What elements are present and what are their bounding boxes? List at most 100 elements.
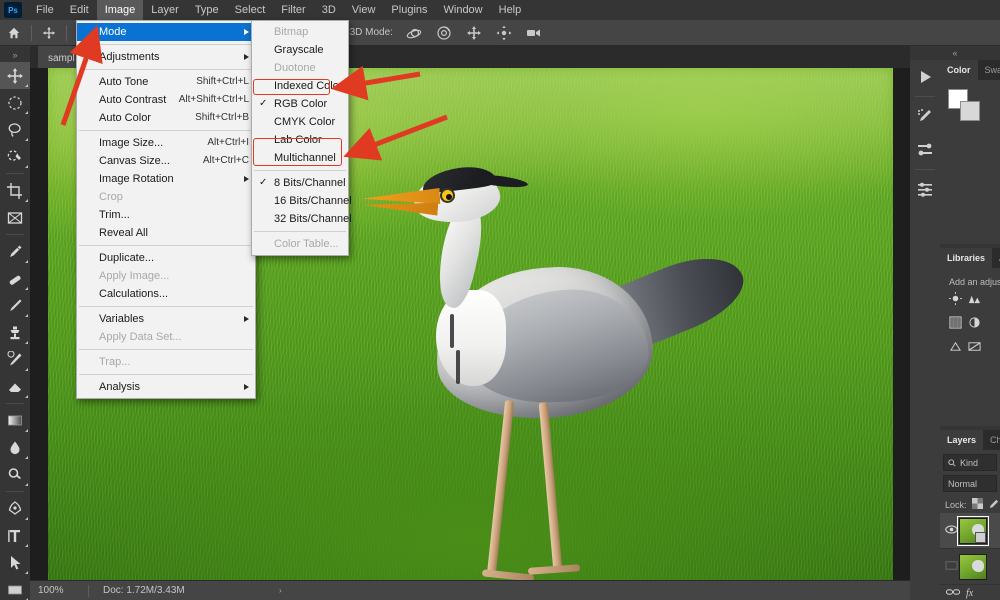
tab-color[interactable]: Color [940,60,978,80]
photo-filter-icon[interactable] [968,340,981,358]
menu-item-cmyk-color[interactable]: CMYK Color [252,113,348,131]
clone-stamp-tool[interactable] [0,319,30,346]
vibrance-icon[interactable] [949,340,962,358]
brush-tool[interactable] [0,292,30,319]
menu-select[interactable]: Select [227,0,274,20]
menu-file[interactable]: File [28,0,62,20]
tab-swat[interactable]: Swat [978,60,1000,80]
menu-help[interactable]: Help [491,0,530,20]
layer-thumbnail[interactable] [957,515,989,546]
menu-item-image-size[interactable]: Image Size... Alt+Ctrl+I [77,134,255,152]
menu-item-duplicate[interactable]: Duplicate... [77,249,255,267]
type-tool[interactable] [0,522,30,549]
menu-filter[interactable]: Filter [273,0,313,20]
crop-tool[interactable] [0,177,30,204]
menu-item-grayscale[interactable]: Grayscale [252,41,348,59]
link-layers-icon[interactable] [945,587,961,600]
adjustments-hint: Add an adjust [949,277,1000,287]
curves-icon[interactable] [949,316,962,334]
brush-settings-icon[interactable] [910,99,940,133]
image-menu-dropdown[interactable]: Mode Adjustments Auto Tone Shift+Ctrl+L Auto… [76,20,256,399]
brightness-contrast-icon[interactable] [949,292,962,310]
menu-item-32-bits-channel[interactable]: 32 Bits/Channel [252,210,352,228]
menu-plugins[interactable]: Plugins [383,0,435,20]
menu-edit[interactable]: Edit [62,0,97,20]
menu-item-reveal-all[interactable]: Reveal All [77,224,255,242]
lasso-tool[interactable] [0,116,30,143]
pan-3d-icon[interactable] [459,20,489,46]
menu-item-calculations[interactable]: Calculations... [77,285,255,303]
dodge-tool[interactable] [0,461,30,488]
eraser-tool[interactable] [0,373,30,400]
tool-flyout-indicator [25,429,28,432]
dock-collapse-icon[interactable]: « [910,46,1000,60]
menu-item-rgb-color[interactable]: ✓ RGB Color [252,95,348,113]
menu-item-16-bits-channel[interactable]: 16 Bits/Channel [252,192,352,210]
roll-3d-icon[interactable] [429,20,459,46]
color-background-swatch[interactable] [960,101,980,121]
menu-item-canvas-size[interactable]: Canvas Size... Alt+Ctrl+C [77,152,255,170]
layer-visibility-toggle[interactable] [943,560,959,573]
layer-row-2[interactable] [940,549,1000,585]
color-panel-swatches[interactable] [948,89,982,121]
layer-thumbnail[interactable] [959,553,987,580]
tab-libraries[interactable]: Libraries [940,248,993,268]
toolbar-collapse-icon[interactable]: » [0,48,30,62]
layer-visibility-toggle[interactable] [943,524,959,537]
layer-row-1[interactable] [940,513,1000,549]
path-selection-tool[interactable] [0,549,30,576]
menu-item-label: 16 Bits/Channel [274,195,352,207]
menu-item-variables[interactable]: Variables [77,310,255,328]
menu-item-auto-tone[interactable]: Auto Tone Shift+Ctrl+L [77,73,255,91]
menu-item-auto-color[interactable]: Auto Color Shift+Ctrl+B [77,109,255,127]
pen-tool[interactable] [0,495,30,522]
menu-item-adjustments[interactable]: Adjustments [77,48,255,66]
tab-layers[interactable]: Layers [940,430,984,450]
lock-transparent-pixels-icon[interactable] [971,498,983,511]
menu-item-image-rotation[interactable]: Image Rotation [77,170,255,188]
move-tool-icon[interactable] [35,20,63,46]
menu-window[interactable]: Window [436,0,491,20]
history-brush-tool[interactable] [0,346,30,373]
menu-image[interactable]: Image [96,0,144,20]
frame-tool[interactable] [0,204,30,231]
object-selection-tool[interactable] [0,143,30,170]
menu-item-mode[interactable]: Mode [77,23,255,41]
layer-style-fx-icon[interactable]: fx [966,588,973,599]
gradient-tool[interactable] [0,407,30,434]
status-expand-icon[interactable]: › [279,586,282,595]
eyedropper-tool[interactable] [0,238,30,265]
layer-filter-row[interactable]: Kind [943,454,997,471]
tab-cha[interactable]: Cha [983,430,1000,450]
menu-item-8-bits-channel[interactable]: ✓ 8 Bits/Channel [252,174,348,192]
tool-presets-icon[interactable] [910,133,940,167]
tab-a[interactable]: A [992,248,1000,268]
menu-item-auto-contrast[interactable]: Auto Contrast Alt+Shift+Ctrl+L [77,91,255,109]
layers-panel-footer: fx [940,587,1000,600]
home-icon[interactable] [0,20,28,46]
slide-3d-icon[interactable] [489,20,519,46]
heron-foot-right [527,564,580,575]
exposure-icon[interactable] [968,316,981,334]
menu-type[interactable]: Type [187,0,227,20]
rectangle-tool[interactable] [0,576,30,600]
menu-view[interactable]: View [344,0,384,20]
move-tool[interactable] [0,62,30,89]
menu-item-analysis[interactable]: Analysis [77,378,255,396]
zoom-level[interactable]: 100% [30,585,88,596]
orbit-3d-icon[interactable] [399,20,429,46]
marquee-tool[interactable] [0,89,30,116]
blur-tool[interactable] [0,434,30,461]
camera-3d-icon[interactable] [519,20,549,46]
lock-image-pixels-icon[interactable] [988,498,999,511]
menu-layer[interactable]: Layer [143,0,187,20]
blend-mode-select[interactable]: Normal [943,475,997,492]
properties-sliders-icon[interactable] [910,172,940,206]
menu-bar: Ps File Edit Image Layer Type Select Filter 3D V… [0,0,1000,20]
menu-item-trim[interactable]: Trim... [77,206,255,224]
menu-3d[interactable]: 3D [314,0,344,20]
3d-mode-label: 3D Mode: [349,27,393,38]
timeline-play-icon[interactable] [910,60,940,94]
levels-icon[interactable] [968,292,981,310]
spot-healing-brush-tool[interactable] [0,265,30,292]
